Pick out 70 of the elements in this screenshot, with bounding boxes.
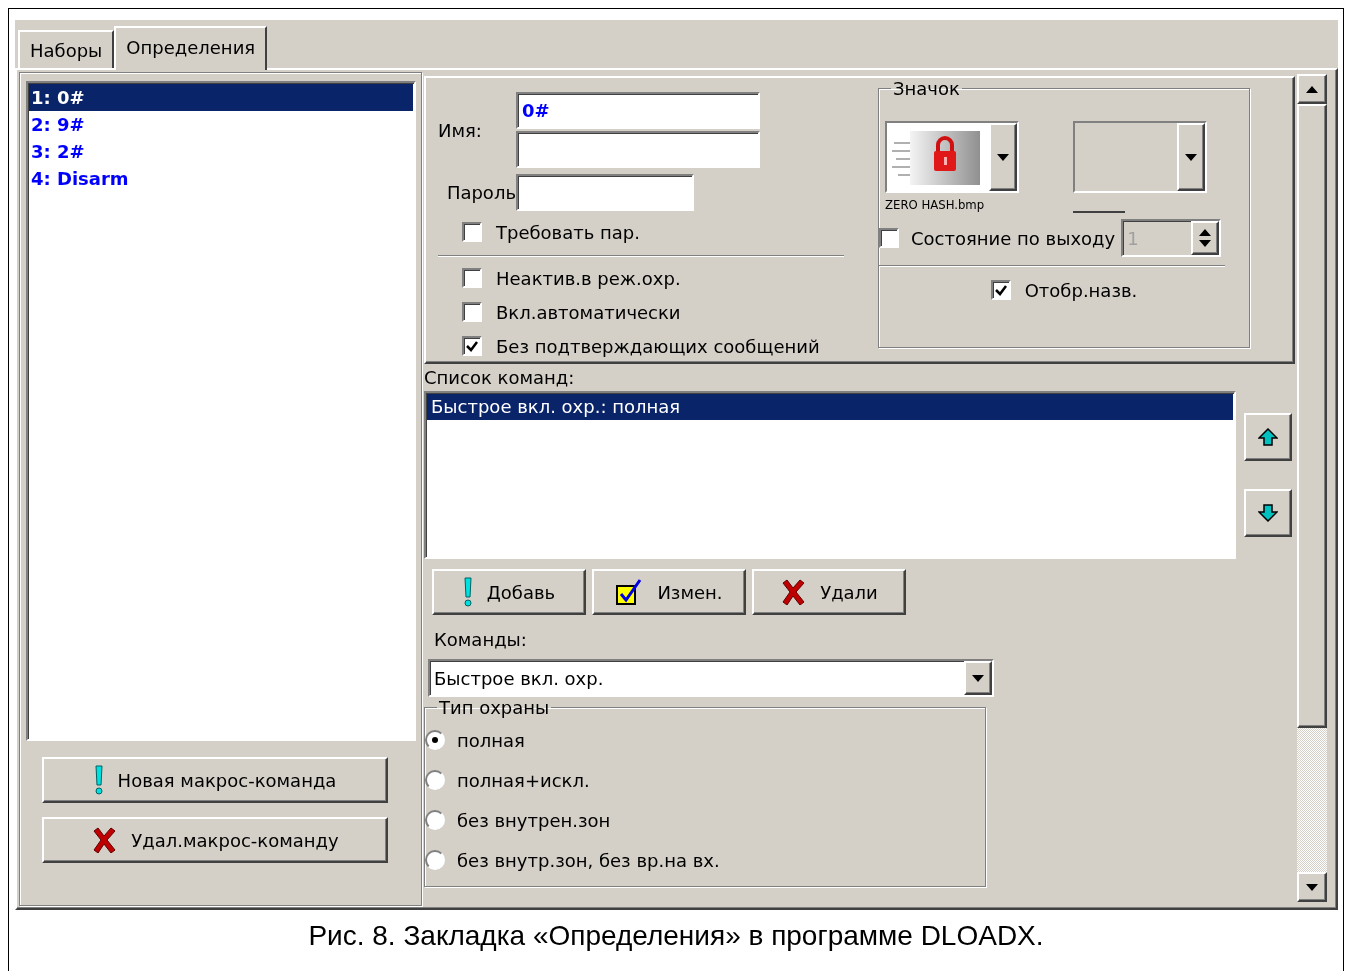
list-item[interactable]: Быстрое вкл. охр.: полная <box>427 394 1233 420</box>
radio-button[interactable] <box>425 810 445 830</box>
icon-dropdown[interactable] <box>1073 121 1207 193</box>
input-field[interactable] <box>516 131 760 168</box>
new-macro-button[interactable]: Новая макрос-команда <box>42 757 388 803</box>
checkbox[interactable] <box>462 336 482 356</box>
checkbox-tick-icon <box>615 578 644 606</box>
delete-macro-button[interactable]: Удал.макрос-команду <box>42 817 388 863</box>
checkbox[interactable] <box>462 268 482 288</box>
radio-button[interactable] <box>425 770 445 790</box>
down-arrow-icon <box>1258 504 1278 522</box>
list-item[interactable]: 1: 0# <box>29 84 413 111</box>
scrollbar-thumb[interactable] <box>1297 104 1327 728</box>
checkbox-label: Без подтверждающих сообщений <box>496 335 820 357</box>
spin-button[interactable] <box>1191 221 1220 255</box>
input-field[interactable] <box>516 174 694 211</box>
group-title: Тип охраны <box>438 697 551 718</box>
radio-button[interactable] <box>425 850 445 870</box>
checkbox[interactable] <box>990 280 1011 300</box>
up-arrow-icon <box>1258 428 1278 446</box>
add-button[interactable]: Добавь <box>432 569 586 615</box>
up-down-arrows-icon <box>1199 229 1212 247</box>
x-icon <box>780 579 807 605</box>
radio-button[interactable] <box>425 730 445 750</box>
down-caret-icon <box>1306 883 1318 891</box>
group-title: Значок <box>892 78 961 99</box>
checkbox-label: Отобр.назв. <box>1024 279 1138 301</box>
list-item[interactable]: 4: Disarm <box>29 165 413 192</box>
checkbox-label: Вкл.автоматически <box>496 301 681 323</box>
scroll-up-button[interactable] <box>1297 74 1327 104</box>
move-up-button[interactable] <box>1244 413 1292 461</box>
tab[interactable]: Наборы <box>18 30 115 68</box>
dropdown-button[interactable] <box>964 661 992 695</box>
exclamation-icon <box>93 765 104 795</box>
radio-label: без внутр.зон, без вр.на вх. <box>457 849 720 871</box>
field-label: Имя: <box>438 119 483 141</box>
delete-button[interactable]: Удали <box>752 569 906 615</box>
radio-label: без внутрен.зон <box>457 809 611 831</box>
checkbox-label: Состояние по выходу <box>911 227 1116 249</box>
radio-label: полная+искл. <box>457 769 590 791</box>
caret-icon <box>997 153 1009 161</box>
caret-icon <box>972 674 984 682</box>
scroll-down-button[interactable] <box>1297 872 1327 902</box>
dropdown-button[interactable] <box>1177 123 1205 191</box>
edit-button[interactable]: Измен. <box>592 569 746 615</box>
dropdown-button[interactable] <box>989 123 1017 191</box>
checkbox[interactable] <box>462 302 482 322</box>
x-icon <box>91 827 118 853</box>
icon-dropdown[interactable] <box>885 121 1019 193</box>
figure-caption: Рис. 8. Закладка «Определения» в программе DLOADX. <box>307 920 1045 952</box>
checkbox-label: Неактив.в реж.охр. <box>496 267 681 289</box>
exclamation-icon <box>462 577 473 607</box>
checkbox-label: Требовать пар. <box>496 221 640 243</box>
checkbox[interactable] <box>462 222 482 242</box>
caret-icon <box>1185 153 1197 161</box>
field-label: Команды: <box>434 629 528 652</box>
list-item[interactable]: 3: 2# <box>29 138 413 165</box>
field-label: Пароль <box>445 182 516 203</box>
dropdown-value: Быстрое вкл. охр. <box>433 666 605 691</box>
list-item[interactable]: 2: 9# <box>29 111 413 138</box>
tick-icon <box>466 340 478 352</box>
radio-label: полная <box>457 729 525 751</box>
tab[interactable]: Определения <box>114 26 268 70</box>
input-field[interactable]: 0# <box>516 92 760 129</box>
tick-icon <box>994 284 1007 296</box>
command-dropdown[interactable]: Быстрое вкл. охр. <box>428 659 994 697</box>
up-caret-icon <box>1306 85 1318 93</box>
list-label: Список команд: <box>424 367 576 390</box>
file-name: ZERO HASH.bmp <box>885 197 985 212</box>
move-down-button[interactable] <box>1244 489 1292 537</box>
